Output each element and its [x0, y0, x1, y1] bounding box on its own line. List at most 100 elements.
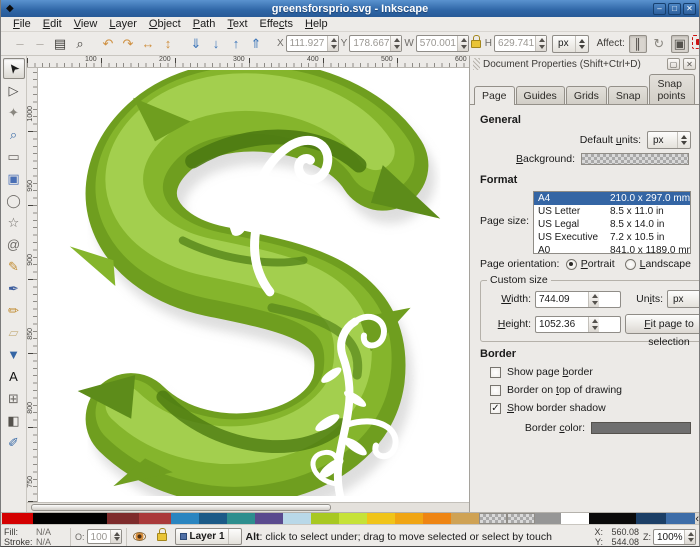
title-bar[interactable]: ◆ greensforsprio.svg - Inkscape – □ ✕: [1, 0, 699, 17]
deselect-all-button[interactable]: ‒: [31, 35, 49, 53]
x-field-input[interactable]: 111.927: [286, 35, 339, 52]
affect-scale-stroke-toggle[interactable]: ▣: [671, 35, 689, 53]
border-check-label[interactable]: Border on top of drawing: [507, 384, 622, 396]
swatch-amber[interactable]: [395, 513, 423, 524]
tab-grids[interactable]: Grids: [566, 86, 607, 104]
spinner-arrows-icon[interactable]: [684, 530, 695, 544]
rectangle-tool[interactable]: ▭: [3, 146, 25, 167]
tab-snap[interactable]: Snap: [608, 86, 649, 104]
raise-to-top-button[interactable]: ⇑: [247, 35, 265, 53]
zoom-tool[interactable]: ⌕: [3, 124, 25, 145]
menu-object[interactable]: Object: [143, 17, 187, 32]
menu-effects[interactable]: Effects: [254, 17, 299, 32]
tab-page[interactable]: Page: [474, 86, 515, 105]
dialog-close-button[interactable]: ✕: [683, 58, 696, 70]
page-size-row[interactable]: US Legal8.5 x 14.0 in: [534, 218, 691, 231]
w-field[interactable]: W570.001: [404, 35, 468, 52]
swatch-gray[interactable]: [535, 513, 561, 524]
border-check-label[interactable]: Show page border: [507, 366, 593, 378]
dialog-dock-button[interactable]: ▢: [667, 58, 680, 70]
swatch-dark-blue[interactable]: [199, 513, 227, 524]
lower-to-bottom-button[interactable]: ⇓: [187, 35, 205, 53]
page-size-list[interactable]: A4210.0 x 297.0 mmUS Letter8.5 x 11.0 in…: [533, 191, 691, 254]
spinner-arrows-icon[interactable]: [457, 36, 468, 51]
vertical-ruler[interactable]: 1000950900850800750: [27, 68, 38, 502]
pencil-tool[interactable]: ✎: [3, 256, 25, 277]
swatch-yellow-green[interactable]: [311, 513, 339, 524]
dialog-grip-icon[interactable]: [473, 58, 480, 70]
ellipse-tool[interactable]: ◯: [3, 190, 25, 211]
node-tool[interactable]: ▷: [3, 80, 25, 101]
checkbox-unchecked-icon[interactable]: [490, 385, 501, 396]
dropper-tool[interactable]: ✐: [3, 432, 25, 453]
menu-layer[interactable]: Layer: [103, 17, 143, 32]
checkbox-unchecked-icon[interactable]: [490, 367, 501, 378]
bucket-tool[interactable]: ▼: [3, 344, 25, 365]
layer-visibility-button[interactable]: [131, 528, 149, 546]
width-height-lock-icon[interactable]: [471, 40, 481, 48]
swatch-orange[interactable]: [423, 513, 451, 524]
raise-button[interactable]: ↑: [227, 35, 245, 53]
menu-file[interactable]: File: [7, 17, 37, 32]
swatch-red[interactable]: [2, 513, 33, 524]
zoom-field[interactable]: 100%: [653, 529, 696, 545]
spinner-arrows-icon[interactable]: [588, 292, 599, 307]
units-combo[interactable]: px: [552, 35, 589, 53]
swatch-black-2[interactable]: [589, 513, 636, 524]
landscape-radio[interactable]: [625, 259, 636, 270]
bounding-box-toggle[interactable]: [692, 35, 700, 49]
width-field[interactable]: 744.09: [535, 291, 621, 308]
menu-view[interactable]: View: [68, 17, 104, 32]
page-size-row[interactable]: US Letter8.5 x 11.0 in: [534, 205, 691, 218]
page-size-row[interactable]: US Executive7.2 x 10.5 in: [534, 231, 691, 244]
menu-help[interactable]: Help: [299, 17, 334, 32]
custom-units-combo[interactable]: px: [667, 290, 699, 308]
star-tool[interactable]: ☆: [3, 212, 25, 233]
fit-page-button[interactable]: Fit page to selection: [625, 314, 699, 334]
close-button[interactable]: ✕: [683, 3, 696, 15]
menu-text[interactable]: Text: [221, 17, 253, 32]
swatch-purple[interactable]: [255, 513, 283, 524]
layer-combo[interactable]: Layer 1: [175, 528, 242, 545]
border-color-swatch[interactable]: [591, 422, 691, 434]
portrait-label[interactable]: Portrait: [581, 258, 615, 270]
border-check-label[interactable]: Show border shadow: [507, 402, 606, 414]
box3d-tool[interactable]: ▣: [3, 168, 25, 189]
flip-vertical-button[interactable]: ↕: [159, 35, 177, 53]
swatch-teal[interactable]: [227, 513, 255, 524]
flip-horizontal-button[interactable]: ↔: [139, 35, 157, 53]
spinner-arrows-icon[interactable]: [390, 36, 401, 51]
canvas-viewport[interactable]: [38, 68, 469, 502]
affect-move-toggle[interactable]: ∥: [629, 35, 647, 53]
eraser-tool[interactable]: ▱: [3, 322, 25, 343]
swatch-checker-1[interactable]: [479, 513, 507, 524]
spinner-arrows-icon[interactable]: [535, 36, 546, 51]
swatch-steel-blue[interactable]: [666, 513, 696, 524]
checkbox-checked-icon[interactable]: ✓: [490, 403, 501, 414]
x-field[interactable]: X111.927: [277, 35, 339, 52]
horizontal-scrollbar-thumb[interactable]: [31, 504, 331, 511]
palette-scroll-left-icon[interactable]: ‹: [695, 513, 699, 524]
maximize-button[interactable]: □: [668, 3, 681, 15]
swatch-bright-green[interactable]: [339, 513, 367, 524]
calligraphy-tool[interactable]: ✏: [3, 300, 25, 321]
height-field[interactable]: 1052.36: [535, 316, 621, 333]
tab-snap-points[interactable]: Snap points: [649, 74, 695, 104]
layer-lock-button[interactable]: [153, 528, 171, 546]
h-field[interactable]: H629.741: [485, 35, 547, 52]
connector-tool[interactable]: ⊞: [3, 388, 25, 409]
portrait-radio[interactable]: [566, 259, 577, 270]
text-tool[interactable]: A: [3, 366, 25, 387]
rotate-cw-button[interactable]: ↷: [119, 35, 137, 53]
swatch-white[interactable]: [561, 513, 589, 524]
swatch-yellow[interactable]: [367, 513, 395, 524]
select-all-in-all-layers-button[interactable]: ▤: [51, 35, 69, 53]
swatch-checker-2[interactable]: [507, 513, 535, 524]
menu-path[interactable]: Path: [187, 17, 222, 32]
landscape-label[interactable]: Landscape: [640, 258, 691, 270]
spinner-arrows-icon[interactable]: [588, 317, 599, 332]
horizontal-scrollbar[interactable]: [27, 502, 469, 512]
selector-tool[interactable]: ➤: [3, 58, 25, 79]
tweak-tool[interactable]: ✦: [3, 102, 25, 123]
pen-tool[interactable]: ✒: [3, 278, 25, 299]
